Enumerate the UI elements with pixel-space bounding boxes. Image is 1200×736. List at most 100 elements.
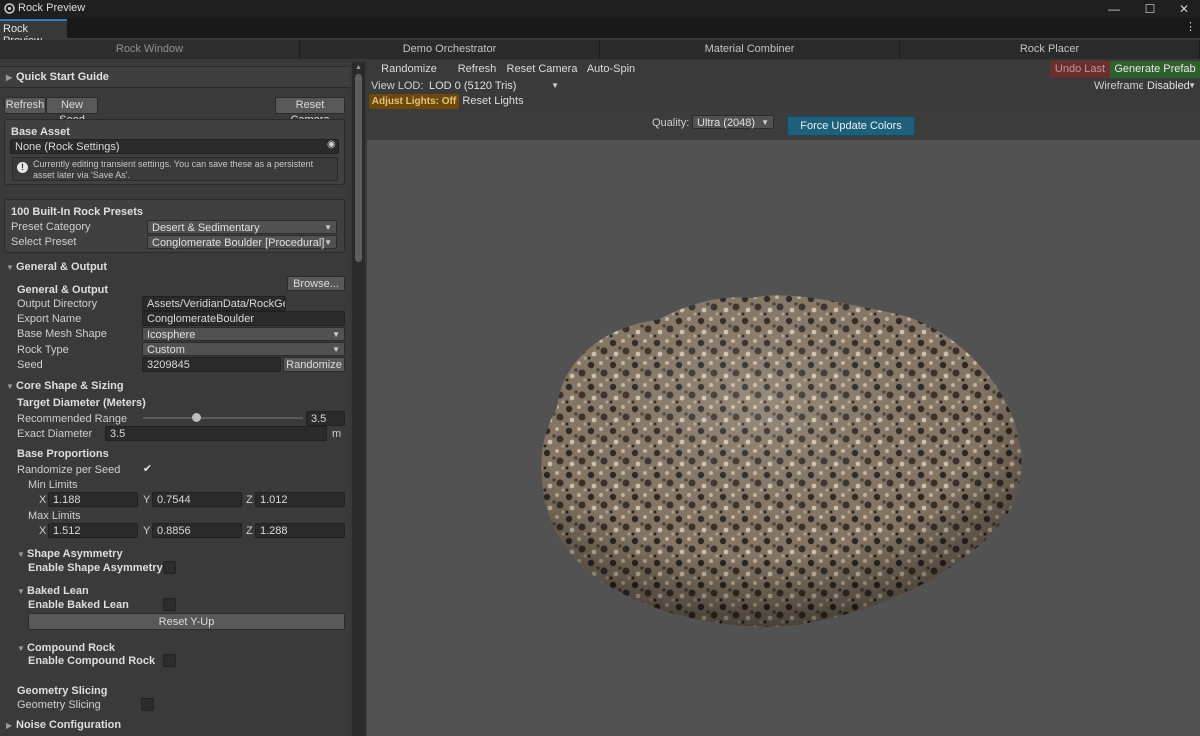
min-x-field[interactable]: 1.188	[48, 492, 138, 507]
chevron-down-icon: ▼	[17, 550, 25, 559]
export-name-field[interactable]: ConglomerateBoulder	[142, 311, 345, 326]
min-y-label: Y	[143, 494, 151, 506]
enable-shape-asymmetry-label: Enable Shape Asymmetry	[28, 562, 163, 574]
info-box: ! Currently editing transient settings. …	[12, 157, 338, 181]
scroll-up-icon[interactable]: ▲	[355, 64, 362, 71]
dropdown-arrow-icon: ▼	[324, 223, 332, 232]
reset-lights-button[interactable]: Reset Lights	[460, 94, 526, 109]
tab-material-combiner[interactable]: Material Combiner	[600, 40, 900, 59]
exact-diameter-field[interactable]: 3.5	[105, 426, 327, 441]
baked-lean-foldout[interactable]: ▼ Baked Lean	[17, 583, 89, 597]
seed-label: Seed	[17, 359, 43, 371]
quality-label: Quality:	[652, 117, 690, 129]
randomize-seed-button[interactable]: Randomize Seed	[367, 61, 451, 92]
new-seed-button[interactable]: New Seed	[46, 97, 98, 126]
quick-start-foldout[interactable]: ▶ Quick Start Guide	[0, 66, 350, 88]
general-output-foldout[interactable]: ▼ General & Output	[6, 259, 107, 273]
core-shape-foldout[interactable]: ▼ Core Shape & Sizing	[6, 378, 124, 392]
lights-toolbar: Adjust Lights: Off Reset Lights	[367, 94, 1200, 110]
generate-prefab-button[interactable]: Generate Prefab	[1110, 61, 1200, 78]
rock-type-dropdown[interactable]: Custom ▼	[142, 342, 345, 356]
enable-shape-asymmetry-checkbox[interactable]	[163, 561, 176, 574]
max-z-field[interactable]: 1.288	[255, 523, 345, 538]
min-limits-label: Min Limits	[28, 479, 78, 491]
enable-baked-lean-label: Enable Baked Lean	[28, 599, 129, 611]
browse-button[interactable]: Browse...	[287, 276, 345, 291]
app-icon	[4, 3, 15, 14]
recommended-range-slider[interactable]	[143, 417, 303, 419]
compound-rock-foldout[interactable]: ▼ Compound Rock	[17, 640, 115, 654]
reset-y-up-button[interactable]: Reset Y-Up	[28, 613, 345, 630]
preview-toolbar: Randomize Seed Refresh Reset Camera Auto…	[367, 61, 1200, 92]
dropdown-arrow-icon: ▼	[332, 345, 340, 354]
adjust-lights-toggle[interactable]: Adjust Lights: Off	[369, 94, 459, 109]
base-asset-field[interactable]: None (Rock Settings)	[10, 139, 339, 154]
max-x-label: X	[39, 525, 47, 537]
dropdown-arrow-icon: ▼	[761, 118, 769, 127]
select-preset-dropdown[interactable]: Conglomerate Boulder [Procedural] ▼	[147, 235, 337, 249]
max-y-label: Y	[143, 525, 151, 537]
dropdown-arrow-icon: ▼	[1188, 81, 1196, 90]
wireframe-label: Wireframe:	[1094, 80, 1148, 92]
select-preset-label: Select Preset	[11, 236, 77, 248]
chevron-down-icon: ▼	[6, 382, 14, 391]
object-picker-icon[interactable]: ◉	[327, 139, 336, 150]
slider-handle[interactable]	[191, 413, 201, 422]
seed-field[interactable]: 3209845	[142, 357, 281, 372]
force-update-colors-button[interactable]: Force Update Colors	[787, 116, 915, 136]
maximize-icon[interactable]: ☐	[1132, 0, 1168, 18]
editor-tab-strip	[0, 18, 1200, 38]
reset-camera-button[interactable]: Reset Camera	[275, 97, 345, 126]
quality-dropdown[interactable]: Ultra (2048) ▼	[692, 115, 774, 129]
chevron-down-icon: ▼	[17, 644, 25, 653]
randomize-seed-button[interactable]: Randomize	[283, 357, 345, 372]
refresh-button[interactable]: Refresh	[4, 97, 46, 114]
dropdown-arrow-icon: ▼	[332, 330, 340, 339]
wireframe-dropdown[interactable]: Disabled ▼	[1143, 79, 1200, 93]
recommended-range-label: Recommended Range	[17, 413, 128, 425]
preset-category-label: Preset Category	[11, 221, 91, 233]
tool-tabs: Rock Window Demo Orchestrator Material C…	[0, 40, 1200, 59]
minimize-icon[interactable]: —	[1096, 0, 1132, 18]
target-diameter-header: Target Diameter (Meters)	[17, 397, 146, 409]
max-y-field[interactable]: 0.8856	[152, 523, 242, 538]
recommended-range-value[interactable]: 3.5	[306, 411, 345, 426]
tab-menu-icon[interactable]: ⋮	[1185, 20, 1196, 33]
refresh-preview-button[interactable]: Refresh	[452, 61, 502, 78]
close-icon[interactable]: ✕	[1166, 0, 1200, 18]
randomize-per-seed-label: Randomize per Seed	[17, 464, 121, 476]
min-y-field[interactable]: 0.7544	[152, 492, 242, 507]
max-limits-label: Max Limits	[28, 510, 81, 522]
view-lod-dropdown[interactable]: LOD 0 (5120 Tris) ▼	[425, 79, 563, 93]
output-directory-field[interactable]: Assets/VeridianData/RockGener:	[142, 296, 286, 311]
reset-camera-preview-button[interactable]: Reset Camera	[503, 61, 581, 78]
presets-box: 100 Built-In Rock Presets Preset Categor…	[4, 199, 345, 253]
enable-compound-rock-checkbox[interactable]	[163, 654, 176, 667]
randomize-per-seed-checkbox[interactable]: ✔	[141, 463, 154, 476]
rock-shading	[541, 295, 1022, 627]
scrollbar-thumb[interactable]	[355, 74, 362, 262]
tab-demo-orchestrator[interactable]: Demo Orchestrator	[300, 40, 600, 59]
preset-category-dropdown[interactable]: Desert & Sedimentary ▼	[147, 220, 337, 234]
chevron-right-icon: ▶	[6, 73, 13, 82]
chevron-right-icon: ▶	[6, 721, 13, 730]
auto-spin-button[interactable]: Auto-Spin	[582, 61, 640, 78]
view-lod-label: View LOD:	[371, 80, 424, 92]
quality-bar: Quality: Ultra (2048) ▼ Force Update Colo…	[367, 110, 1200, 140]
rock-preview-viewport[interactable]	[367, 140, 1200, 736]
min-z-field[interactable]: 1.012	[255, 492, 345, 507]
exact-diameter-unit: m	[332, 428, 342, 440]
base-asset-title: Base Asset	[11, 126, 70, 138]
tab-rock-window[interactable]: Rock Window	[0, 40, 300, 59]
shape-asymmetry-foldout[interactable]: ▼ Shape Asymmetry	[17, 546, 123, 560]
geometry-slicing-label: Geometry Slicing	[17, 699, 101, 711]
tab-rock-placer[interactable]: Rock Placer	[900, 40, 1200, 59]
enable-baked-lean-checkbox[interactable]	[163, 598, 176, 611]
max-x-field[interactable]: 1.512	[48, 523, 138, 538]
undo-last-button[interactable]: Undo Last	[1050, 61, 1110, 78]
chevron-down-icon: ▼	[17, 587, 25, 596]
geometry-slicing-checkbox[interactable]	[141, 698, 154, 711]
tab-rock-preview[interactable]: Rock Preview	[0, 19, 67, 47]
noise-configuration-foldout[interactable]: ▶ Noise Configuration	[6, 717, 121, 731]
base-mesh-dropdown[interactable]: Icosphere ▼	[142, 327, 345, 341]
